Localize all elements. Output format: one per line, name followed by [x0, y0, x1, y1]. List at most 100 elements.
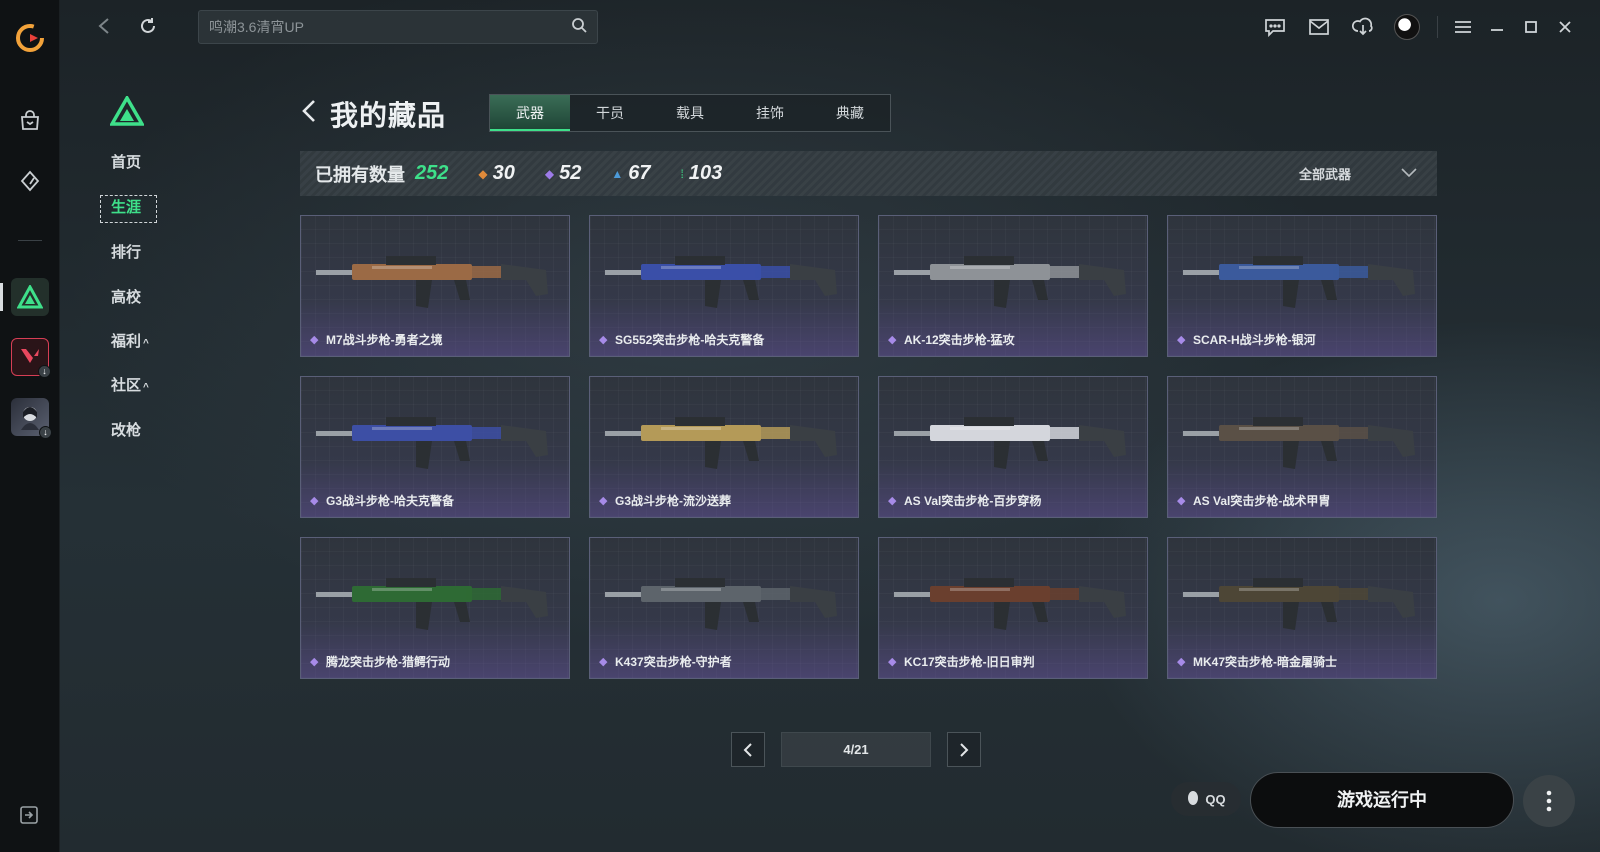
mail-icon[interactable]	[1297, 12, 1341, 42]
weapon-image	[1183, 578, 1415, 630]
weapon-filter-dropdown[interactable]: 全部武器	[1299, 151, 1417, 196]
weapon-name: AK-12突击步枪-猛攻	[904, 333, 1015, 347]
nav-item-label: 福利	[111, 333, 142, 350]
weapon-name: 腾龙突击步枪-猎鳄行动	[326, 655, 450, 669]
download-badge-icon: ↓	[39, 426, 52, 439]
weapon-name: SCAR-H战斗步枪-银河	[1193, 333, 1316, 347]
weapon-image	[605, 578, 837, 630]
more-options-button[interactable]	[1523, 775, 1575, 827]
green-dots-icon: ⁞	[680, 166, 684, 181]
wuthering-waves-app-icon[interactable]: ↓	[11, 398, 52, 439]
page-indicator: 4/21	[781, 732, 931, 767]
close-icon[interactable]	[1548, 12, 1582, 42]
rarity-diamond-icon: ◆	[888, 495, 897, 507]
page-title: 我的藏品	[330, 100, 447, 131]
weapon-name: G3战斗步枪-流沙送葬	[615, 494, 732, 508]
maximize-icon[interactable]	[1514, 12, 1548, 42]
weapon-card[interactable]: ◆ AS Val突击步枪-战术甲胄	[1167, 376, 1437, 518]
search-icon[interactable]	[571, 17, 587, 38]
game-library-icon[interactable]	[15, 166, 45, 196]
weapon-card[interactable]: ◆ K437突击步枪-守护者	[589, 537, 859, 679]
rarity-diamond-icon: ◆	[310, 495, 319, 507]
prev-page-button[interactable]	[731, 732, 765, 767]
weapon-image	[316, 256, 548, 308]
weapon-card[interactable]: ◆ AS Val突击步枪-百步穿杨	[878, 376, 1148, 518]
tab-operators[interactable]: 干员	[570, 95, 650, 131]
weapon-card[interactable]: ◆ G3战斗步枪-哈夫克警备	[300, 376, 570, 518]
nav-item-community[interactable]: 社区 ^	[100, 373, 160, 399]
rarity-count-blue: ▲ 67	[611, 162, 650, 185]
chevron-up-icon: ^	[143, 382, 149, 393]
weapon-card[interactable]: ◆ 腾龙突击步枪-猎鳄行动	[300, 537, 570, 679]
refresh-icon[interactable]	[136, 14, 160, 38]
launcher-rail: ↓ ↓	[0, 0, 60, 852]
collapse-sidebar-icon[interactable]	[20, 806, 38, 824]
menu-icon[interactable]	[1446, 12, 1480, 42]
category-tabs: 武器 干员 载具 挂饰 典藏	[489, 94, 891, 132]
nav-item-welfare[interactable]: 福利 ^	[100, 329, 160, 355]
store-bag-icon[interactable]	[15, 106, 45, 136]
weapon-card[interactable]: ◆ M7战斗步枪-勇者之境	[300, 215, 570, 357]
nav-item-campus[interactable]: 高校	[100, 285, 160, 311]
launcher-logo-icon[interactable]	[14, 22, 46, 54]
download-icon[interactable]	[1341, 12, 1385, 42]
game-running-button[interactable]: 游戏运行中	[1250, 772, 1514, 828]
pagination: 4/21	[731, 732, 981, 767]
minimize-icon[interactable]	[1480, 12, 1514, 42]
nav-item-label: 社区	[111, 377, 142, 394]
weapon-name: KC17突击步枪-旧日审判	[904, 655, 1035, 669]
rarity-diamond-icon: ◆	[888, 656, 897, 668]
nav-item-gunsmith[interactable]: 改枪	[100, 418, 160, 444]
nav-item-ranking[interactable]: 排行	[100, 240, 160, 266]
weapon-card[interactable]: ◆ MK47突击步枪-暗金屠骑士	[1167, 537, 1437, 679]
chevron-down-icon	[1401, 166, 1417, 181]
weapon-card[interactable]: ◆ SCAR-H战斗步枪-银河	[1167, 215, 1437, 357]
nav-item-career[interactable]: 生涯	[100, 195, 160, 223]
back-icon[interactable]	[92, 14, 116, 38]
nav-item-label: 生涯	[111, 199, 142, 216]
rarity-diamond-icon: ◆	[1177, 656, 1186, 668]
tab-collection[interactable]: 典藏	[810, 95, 890, 131]
search-input[interactable]	[209, 19, 571, 35]
delta-force-app-icon[interactable]	[11, 278, 49, 316]
user-avatar[interactable]	[1385, 12, 1429, 42]
qq-button[interactable]: QQ	[1171, 782, 1241, 816]
next-page-button[interactable]	[947, 732, 981, 767]
weapon-image	[1183, 256, 1415, 308]
valorant-app-icon[interactable]: ↓	[11, 338, 51, 378]
rarity-count-orange: ◆ 30	[478, 162, 514, 185]
weapon-name: SG552突击步枪-哈夫克警备	[615, 333, 765, 347]
weapon-card[interactable]: ◆ SG552突击步枪-哈夫克警备	[589, 215, 859, 357]
page-back-icon[interactable]	[300, 98, 320, 124]
weapon-image	[316, 417, 548, 469]
filter-label: 全部武器	[1298, 167, 1351, 182]
tab-vehicles[interactable]: 载具	[650, 95, 730, 131]
more-vertical-icon	[1546, 790, 1552, 812]
rarity-diamond-icon: ◆	[599, 495, 608, 507]
search-bar[interactable]	[198, 10, 598, 44]
weapon-card[interactable]: ◆ AK-12突击步枪-猛攻	[878, 215, 1148, 357]
rarity-count-purple: ◆ 52	[545, 162, 581, 185]
qq-penguin-icon	[1186, 790, 1200, 809]
tab-charms[interactable]: 挂饰	[730, 95, 810, 131]
weapon-image	[605, 256, 837, 308]
rarity-count-value: 103	[688, 162, 723, 184]
purple-diamond-icon: ◆	[544, 166, 555, 181]
weapon-name: K437突击步枪-守护者	[615, 655, 732, 669]
orange-diamond-icon: ◆	[478, 166, 488, 181]
nav-item-home[interactable]: 首页	[100, 150, 160, 176]
rarity-count-value: 30	[492, 162, 515, 184]
weapon-card[interactable]: ◆ G3战斗步枪-流沙送葬	[589, 376, 859, 518]
weapon-card[interactable]: ◆ KC17突击步枪-旧日审判	[878, 537, 1148, 679]
weapon-image	[894, 578, 1126, 630]
rarity-count-value: 52	[559, 162, 582, 184]
weapon-name: M7战斗步枪-勇者之境	[326, 333, 443, 347]
tab-weapons[interactable]: 武器	[490, 95, 570, 131]
rarity-diamond-icon: ◆	[310, 656, 319, 668]
weapon-image	[316, 578, 548, 630]
weapon-image	[894, 256, 1126, 308]
download-badge-icon: ↓	[38, 365, 51, 378]
delta-force-logo-icon	[108, 94, 146, 126]
chat-icon[interactable]	[1253, 12, 1297, 42]
rarity-diamond-icon: ◆	[1177, 334, 1186, 346]
